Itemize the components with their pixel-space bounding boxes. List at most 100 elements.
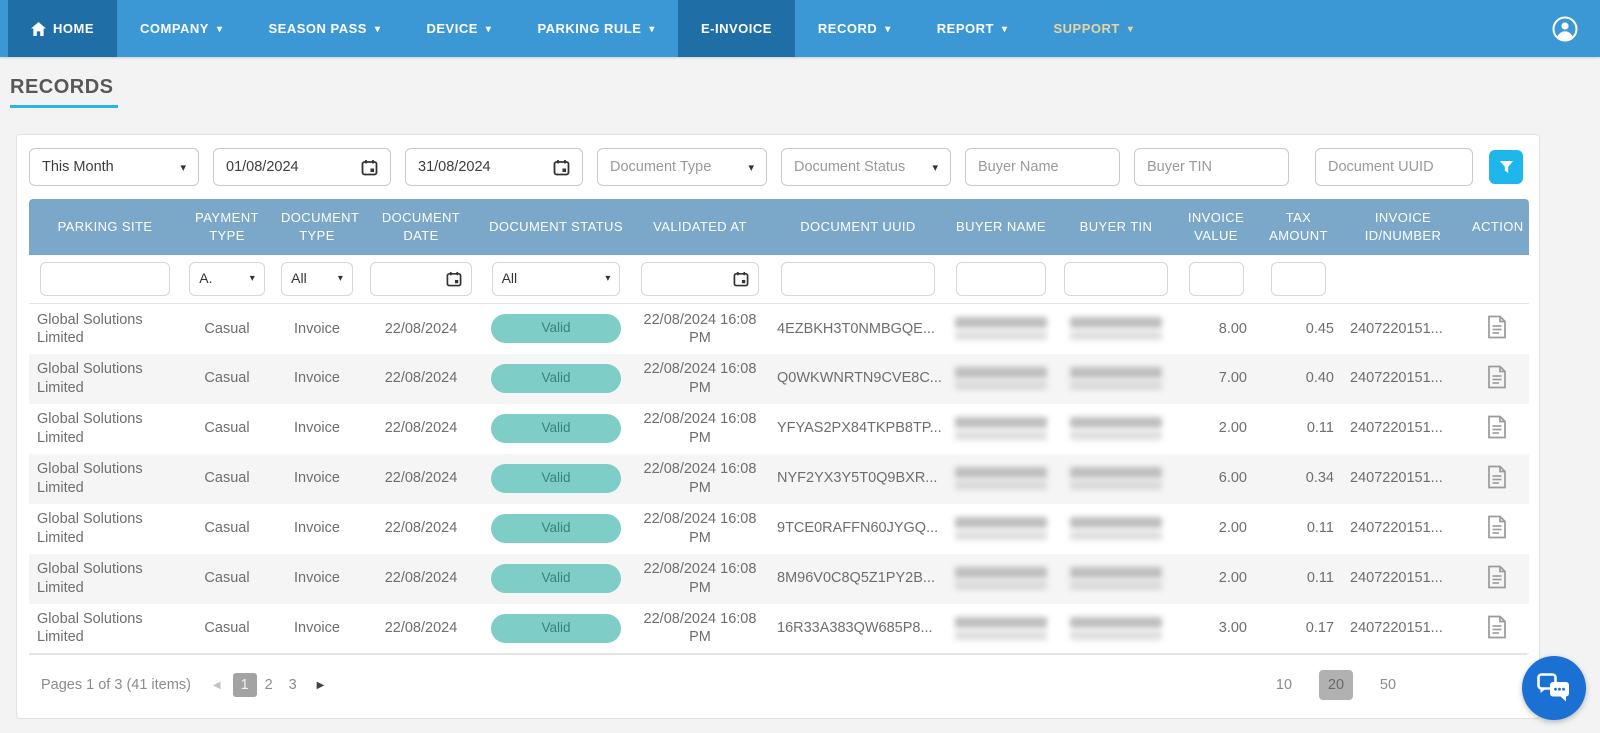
nav-item-label: PARKING RULE — [537, 21, 641, 36]
cell-document-status: Valid — [481, 354, 631, 404]
filter-document-type-select[interactable]: All▾ — [281, 262, 353, 296]
nav-item-device[interactable]: DEVICE▾ — [404, 0, 515, 57]
blurred-line — [1070, 567, 1162, 578]
column-header-document-type[interactable]: DOCUMENT TYPE — [273, 199, 361, 255]
filter-payment-type-select[interactable]: A.▾ — [189, 262, 264, 296]
view-document-button[interactable] — [1485, 413, 1509, 444]
date-to-input[interactable] — [405, 148, 583, 186]
redacted-text — [1063, 467, 1169, 490]
filter-document-status-select[interactable]: All▾ — [492, 262, 621, 296]
document-type-select[interactable]: Document Type ▾ — [597, 148, 767, 186]
page-button-1[interactable]: 1 — [233, 673, 257, 697]
filter-funnel-icon — [1499, 160, 1514, 175]
cell-buyer-name — [947, 454, 1055, 504]
user-menu-button[interactable] — [1552, 0, 1578, 57]
column-header-parking-site[interactable]: PARKING SITE — [29, 199, 181, 255]
column-header-invoice-id-number[interactable]: INVOICE ID/NUMBER — [1342, 199, 1464, 255]
page-size-selector: 10 20 50 — [1267, 670, 1405, 700]
nav-item-record[interactable]: RECORD▾ — [795, 0, 914, 57]
blurred-line — [955, 531, 1047, 540]
filter-button[interactable] — [1489, 150, 1523, 184]
column-header-action[interactable]: ACTION — [1464, 199, 1529, 255]
filter-buyer-name-input[interactable] — [956, 262, 1046, 296]
cell-document-uuid: NYF2YX3Y5T0Q9BXR... — [769, 454, 947, 504]
document-type-placeholder: Document Type — [610, 159, 711, 175]
filter-buyer-tin-input[interactable] — [1064, 262, 1167, 296]
page-button-3[interactable]: 3 — [281, 673, 305, 697]
filter-validated-at-date-input[interactable] — [641, 262, 759, 296]
view-document-button[interactable] — [1485, 463, 1509, 494]
column-header-payment-type[interactable]: PAYMENT TYPE — [181, 199, 273, 255]
redacted-text — [955, 617, 1047, 640]
filter-document-date-date-input[interactable] — [370, 262, 471, 296]
view-document-button[interactable] — [1485, 563, 1509, 594]
page-size-button-50[interactable]: 50 — [1371, 670, 1405, 700]
view-document-button[interactable] — [1485, 363, 1509, 394]
nav-item-home[interactable]: HOME — [8, 0, 117, 57]
date-to-value[interactable] — [418, 159, 533, 175]
blurred-line — [955, 467, 1047, 478]
page-size-button-10[interactable]: 10 — [1267, 670, 1301, 700]
cell-invoice-value: 3.00 — [1177, 604, 1255, 654]
cell-parking-site: Global Solutions Limited — [29, 304, 181, 354]
view-document-button[interactable] — [1485, 313, 1509, 344]
document-status-select[interactable]: Document Status ▾ — [781, 148, 951, 186]
nav-item-parking-rule[interactable]: PARKING RULE▾ — [514, 0, 678, 57]
column-header-buyer-name[interactable]: BUYER NAME — [947, 199, 1055, 255]
calendar-icon — [361, 159, 378, 176]
date-from-input[interactable] — [213, 148, 391, 186]
filter-document-uuid-input[interactable] — [781, 262, 936, 296]
calendar-icon — [553, 159, 570, 176]
column-header-document-status[interactable]: DOCUMENT STATUS — [481, 199, 631, 255]
buyer-name-input[interactable] — [965, 148, 1120, 186]
cell-payment-type: Casual — [181, 554, 273, 604]
document-icon — [1487, 365, 1507, 389]
cell-invoice-value: 7.00 — [1177, 354, 1255, 404]
chevron-down-icon: ▾ — [1128, 24, 1134, 35]
filter-tax-amount-input[interactable] — [1271, 262, 1326, 296]
cell-parking-site: Global Solutions Limited — [29, 354, 181, 404]
nav-item-report[interactable]: REPORT▾ — [914, 0, 1031, 57]
cell-payment-type: Casual — [181, 404, 273, 454]
blurred-line — [1070, 617, 1162, 628]
next-page-button[interactable]: ▶ — [313, 676, 329, 695]
nav-item-e-invoice[interactable]: E-INVOICE — [678, 0, 795, 57]
cell-payment-type: Casual — [181, 304, 273, 354]
status-badge: Valid — [491, 564, 621, 593]
column-header-document-date[interactable]: DOCUMENT DATE — [361, 199, 481, 255]
view-document-button[interactable] — [1485, 613, 1509, 644]
column-header-invoice-value[interactable]: INVOICE VALUE — [1177, 199, 1255, 255]
cell-document-type: Invoice — [273, 404, 361, 454]
filter-parking-site-input[interactable] — [40, 262, 171, 296]
document-uuid-input[interactable] — [1315, 148, 1473, 186]
nav-item-label: E-INVOICE — [701, 21, 772, 36]
blurred-line — [1070, 431, 1162, 440]
page-button-2[interactable]: 2 — [257, 673, 281, 697]
page-size-button-20[interactable]: 20 — [1319, 670, 1353, 700]
filter-invoice-value-input[interactable] — [1189, 262, 1244, 296]
column-header-validated-at[interactable]: VALIDATED AT — [631, 199, 769, 255]
cell-invoice-value: 2.00 — [1177, 554, 1255, 604]
nav-item-season-pass[interactable]: SEASON PASS▾ — [246, 0, 404, 57]
cell-document-uuid: 9TCE0RAFFN60JYGQ... — [769, 504, 947, 554]
chat-button[interactable] — [1522, 656, 1586, 720]
redacted-text — [1063, 567, 1169, 590]
period-select[interactable]: This Month ▾ — [29, 148, 199, 186]
redacted-text — [1063, 367, 1169, 390]
filter-cell-document-date — [361, 255, 481, 304]
column-header-tax-amount[interactable]: TAX AMOUNT — [1255, 199, 1342, 255]
buyer-tin-input[interactable] — [1134, 148, 1289, 186]
redacted-text — [1063, 617, 1169, 640]
date-from-value[interactable] — [226, 159, 341, 175]
blurred-line — [955, 617, 1047, 628]
nav-item-support[interactable]: SUPPORT▾ — [1031, 0, 1157, 57]
blurred-line — [1070, 367, 1162, 378]
blurred-line — [955, 431, 1047, 440]
column-header-buyer-tin[interactable]: BUYER TIN — [1055, 199, 1177, 255]
status-badge: Valid — [491, 614, 621, 643]
column-header-document-uuid[interactable]: DOCUMENT UUID — [769, 199, 947, 255]
view-document-button[interactable] — [1485, 513, 1509, 544]
nav-item-company[interactable]: COMPANY▾ — [117, 0, 246, 57]
cell-buyer-name — [947, 404, 1055, 454]
prev-page-button[interactable]: ◀ — [209, 676, 225, 695]
